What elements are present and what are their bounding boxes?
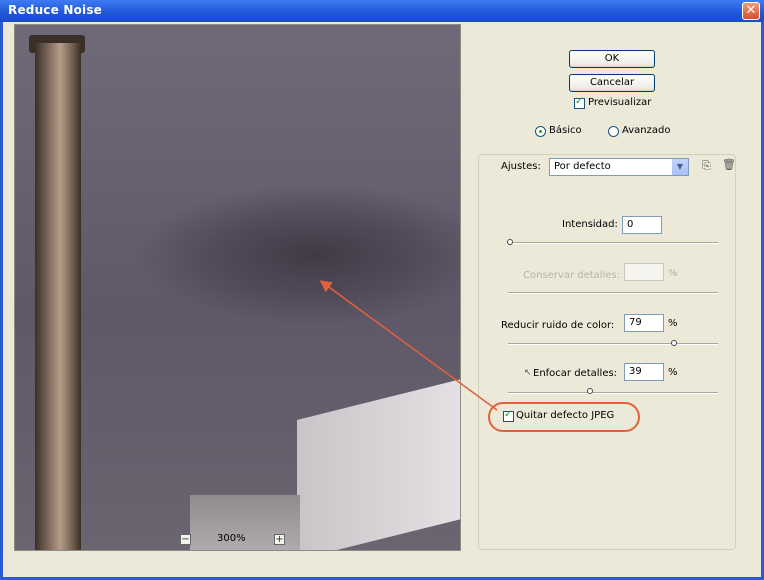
preserve-unit: %	[668, 268, 678, 279]
window-title: Reduce Noise	[8, 3, 103, 17]
plus-icon: +	[275, 534, 284, 545]
sharpen-unit: %	[668, 367, 678, 378]
settings-value: Por defecto	[554, 161, 611, 172]
cancel-button[interactable]: Cancelar	[569, 74, 655, 92]
advanced-radio[interactable]	[608, 126, 619, 137]
intensity-slider-track[interactable]	[508, 242, 718, 244]
advanced-label: Avanzado	[622, 125, 671, 136]
color-noise-label: Reducir ruido de color:	[501, 320, 615, 331]
minus-icon: −	[181, 534, 190, 545]
basic-radio[interactable]	[535, 126, 546, 137]
settings-select[interactable]: Por defecto ▼	[549, 158, 689, 176]
trash-icon[interactable]: 🗑	[722, 158, 736, 171]
preserve-field	[624, 263, 664, 281]
title-bar[interactable]: Reduce Noise ✕	[0, 0, 764, 22]
color-noise-slider-thumb[interactable]	[671, 340, 677, 346]
preserve-slider-track	[508, 292, 718, 294]
pointer-icon: ↖	[524, 368, 532, 378]
sharpen-label: Enfocar detalles:	[533, 368, 618, 379]
color-noise-slider-track[interactable]	[508, 343, 718, 345]
ok-button[interactable]: OK	[569, 50, 655, 68]
sharpen-slider-thumb[interactable]	[587, 388, 593, 394]
zoom-bar: − 300% +	[180, 532, 300, 550]
building	[297, 377, 460, 550]
sharpen-slider-track[interactable]	[508, 392, 718, 394]
intensity-label: Intensidad:	[562, 219, 618, 230]
preview-checkbox[interactable]	[574, 96, 585, 109]
annotation-highlight	[488, 402, 640, 432]
basic-label: Básico	[549, 125, 582, 136]
preview-image[interactable]	[14, 24, 461, 551]
intensity-slider-thumb[interactable]	[507, 239, 513, 245]
color-noise-field[interactable]: 79	[624, 314, 664, 332]
zoom-in-button[interactable]: +	[274, 534, 285, 545]
save-settings-icon[interactable]: ⎘	[702, 159, 711, 173]
chevron-down-icon[interactable]: ▼	[672, 159, 688, 175]
close-icon: ✕	[745, 3, 757, 18]
preserve-label: Conservar detalles:	[523, 270, 621, 281]
color-noise-unit: %	[668, 318, 678, 329]
zoom-level: 300%	[217, 533, 246, 544]
settings-label: Ajustes:	[501, 161, 541, 172]
close-button[interactable]: ✕	[742, 2, 760, 20]
sharpen-field[interactable]: 39	[624, 363, 664, 381]
zoom-out-button[interactable]: −	[180, 534, 191, 545]
intensity-field[interactable]: 0	[622, 216, 662, 234]
chimney	[35, 43, 81, 550]
preview-label: Previsualizar	[588, 97, 652, 108]
settings-group	[478, 154, 736, 550]
